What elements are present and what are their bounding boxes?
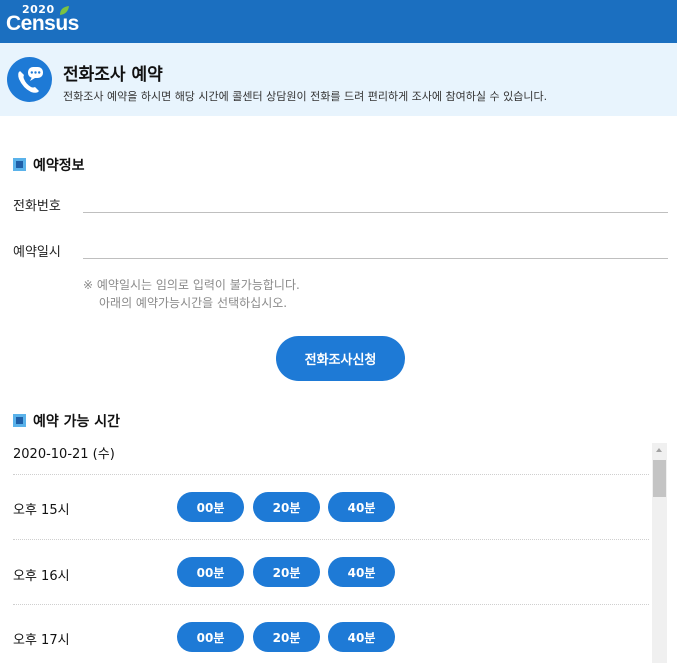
hour-label: 오후 16시 xyxy=(13,569,70,584)
hour-label: 오후 15시 xyxy=(13,503,70,518)
reservation-section-title: 예약정보 xyxy=(33,158,85,174)
time-slot-button[interactable]: 00분 xyxy=(177,557,244,587)
phone-label: 전화번호 xyxy=(13,199,61,214)
time-slot-button[interactable]: 40분 xyxy=(328,492,395,522)
leaf-icon xyxy=(60,6,69,15)
time-slot-button[interactable]: 20분 xyxy=(253,492,320,522)
row-divider xyxy=(13,539,649,540)
notice-line-1: ※ 예약일시는 임의로 입력이 불가능합니다. xyxy=(83,278,300,292)
phone-chat-icon xyxy=(7,57,52,102)
scrollbar-thumb[interactable] xyxy=(653,460,666,497)
page-description: 전화조사 예약을 하시면 해당 시간에 콜센터 상담원이 전화를 드려 편리하게… xyxy=(63,90,548,103)
available-date: 2020-10-21 (수) xyxy=(13,447,115,462)
row-divider xyxy=(13,474,649,475)
datetime-underline xyxy=(83,258,668,259)
datetime-notice: ※ 예약일시는 임의로 입력이 불가능합니다. 아래의 예약가능시간을 선택하십… xyxy=(83,276,300,312)
phone-underline xyxy=(83,212,668,213)
square-bullet-icon xyxy=(13,158,26,171)
scroll-up-arrow-icon[interactable] xyxy=(652,443,667,458)
notice-line-2: 아래의 예약가능시간을 선택하십시오. xyxy=(99,296,288,310)
row-divider xyxy=(13,604,649,605)
datetime-input[interactable] xyxy=(83,236,668,258)
phone-survey-submit-button[interactable]: 전화조사신청 xyxy=(276,336,405,381)
page-title: 전화조사 예약 xyxy=(63,65,163,85)
square-bullet-icon xyxy=(13,414,26,427)
top-bar: 2020 Census xyxy=(0,0,677,43)
datetime-label: 예약일시 xyxy=(13,245,61,260)
time-slot-button[interactable]: 00분 xyxy=(177,492,244,522)
time-slot-button[interactable]: 00분 xyxy=(177,622,244,652)
time-slot-button[interactable]: 20분 xyxy=(253,622,320,652)
availability-section-title: 예약 가능 시간 xyxy=(33,414,121,430)
time-slot-button[interactable]: 40분 xyxy=(328,557,395,587)
time-list-scrollbar[interactable] xyxy=(652,443,667,663)
page-header: 전화조사 예약 전화조사 예약을 하시면 해당 시간에 콜센터 상담원이 전화를… xyxy=(0,43,677,116)
time-slot-button[interactable]: 20분 xyxy=(253,557,320,587)
hour-label: 오후 17시 xyxy=(13,633,70,648)
phone-input[interactable] xyxy=(83,190,668,212)
time-slot-button[interactable]: 40분 xyxy=(328,622,395,652)
